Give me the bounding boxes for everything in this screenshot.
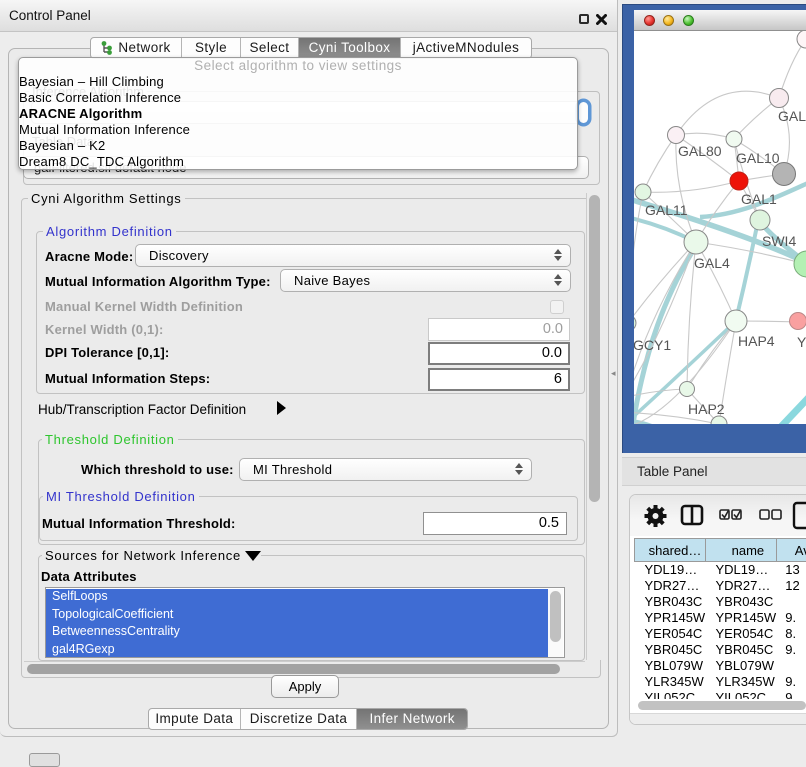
svg-text:GAL1: GAL1 [741, 191, 777, 207]
svg-text:SWI4: SWI4 [762, 233, 796, 249]
svg-text:GAL10: GAL10 [736, 150, 780, 166]
svg-text:GAL80: GAL80 [678, 143, 722, 159]
svg-text:GAL11: GAL11 [645, 202, 688, 218]
svg-text:HAP2: HAP2 [688, 401, 725, 417]
svg-text:GCY1: GCY1 [634, 337, 671, 353]
svg-text:GAL2: GAL2 [778, 108, 806, 124]
svg-text:HAP4: HAP4 [738, 333, 775, 349]
svg-text:Y: Y [797, 334, 806, 350]
svg-text:GAL4: GAL4 [694, 255, 730, 271]
